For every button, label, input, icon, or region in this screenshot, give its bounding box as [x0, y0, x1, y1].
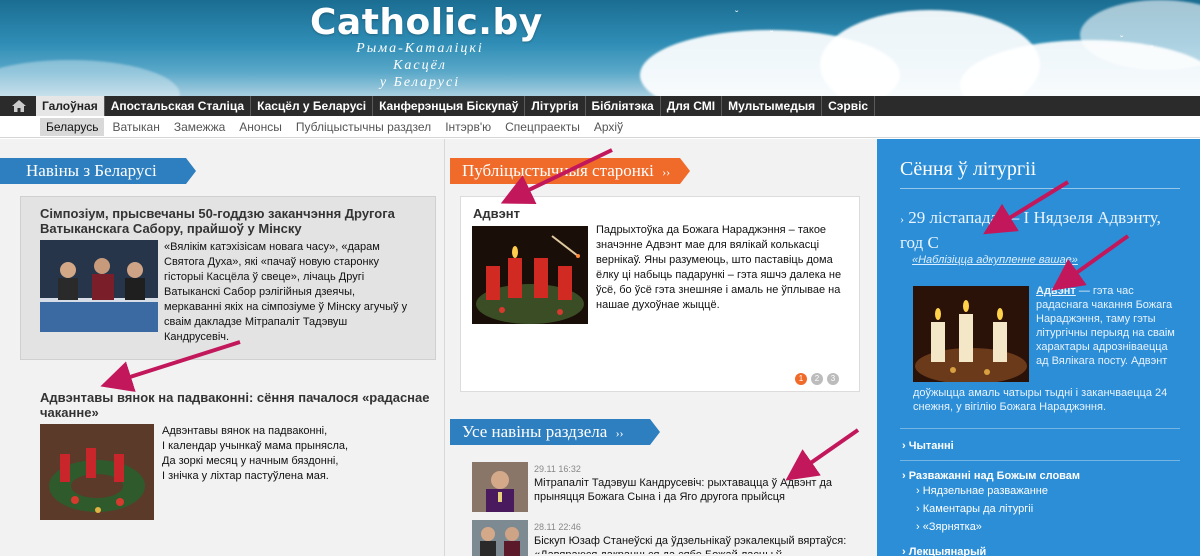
nav-apostolic-see[interactable]: Апостальская Сталіца	[105, 96, 252, 116]
chevron-right-icon: ›	[916, 503, 920, 515]
bird-icon: ˇ	[1120, 35, 1124, 46]
pager-dot-3[interactable]: 3	[827, 373, 839, 385]
chevron-right-icon: ›	[916, 521, 920, 533]
nav-home[interactable]: Галоўная	[36, 96, 105, 116]
home-icon	[12, 100, 26, 112]
bird-icon: ˇ	[1150, 45, 1154, 56]
subnav-announcements[interactable]: Анонсы	[233, 118, 288, 136]
list-photo-1[interactable]	[472, 462, 528, 512]
reflections-link[interactable]: › Разважанні над Божым словам	[902, 470, 1080, 482]
news-text-advent-poem: Адвэнтавы вянок на падваконні, І календа…	[162, 425, 349, 482]
subnav-publicistic[interactable]: Публіцыстычны раздзел	[290, 118, 437, 136]
subnav-abroad[interactable]: Замежжа	[168, 118, 231, 136]
home-button[interactable]	[10, 97, 28, 115]
pager-dot-2[interactable]: 2	[811, 373, 823, 385]
chevron-right-icon: ›	[902, 470, 906, 482]
advent-candles-photo[interactable]	[472, 226, 588, 324]
news-text-symposium: «Вялікім катэхізісам новага часу», «дара…	[164, 241, 408, 343]
nav-library[interactable]: Бібліятэка	[586, 96, 661, 116]
section-heading-all-news[interactable]: Усе навіны раздзела ››	[450, 419, 660, 445]
chevron-right-icon: ›	[902, 440, 906, 452]
nav-bishops-conference[interactable]: Канферэнцыя Біскупаў	[373, 96, 526, 116]
nav-liturgy[interactable]: Літургія	[525, 96, 586, 116]
chevron-right-icon: ›	[900, 212, 904, 226]
liturgy-text-side: Адвэнт — гэта час радаснага чакання Божа…	[1036, 285, 1175, 367]
sunday-reflection-link[interactable]: › Нядзельнае разважанне	[916, 485, 1048, 497]
double-chevron-icon: ››	[662, 165, 671, 179]
liturgy-panel-title: Сёння ў літургіі	[900, 158, 1037, 180]
symposium-photo[interactable]	[40, 240, 158, 332]
liturgy-quote-link[interactable]: «Наблізіцца адкупленне вашае»	[912, 254, 1162, 266]
section-heading-publicistic[interactable]: Публіцыстычныя старонкі ››	[450, 158, 690, 184]
site-subtitle: Рыма-Каталіцкі Касцёл у Беларусі	[356, 41, 484, 90]
double-chevron-icon: ››	[615, 426, 624, 440]
feature-text-advent: Падрыхтоўка да Божага Нараджэння – такое…	[596, 224, 842, 311]
news-title-symposium[interactable]: Сімпозіум, прысвечаны 50-годдзю заканчэн…	[40, 206, 430, 236]
chevron-right-icon: ›	[916, 485, 920, 497]
subnav-archive[interactable]: Архіў	[588, 118, 629, 136]
subnav-special-projects[interactable]: Спецпраекты	[499, 118, 586, 136]
list-date-1: 29.11 16:32	[534, 464, 581, 474]
column-divider	[444, 139, 445, 556]
bird-icon: ˇ	[735, 10, 739, 21]
chevron-right-icon: ›	[902, 546, 906, 556]
sub-navigation: Беларусь Ватыкан Замежжа Анонсы Публіцыс…	[0, 116, 1200, 138]
news-title-advent-wreath[interactable]: Адвэнтавы вянок на падваконні: сёння пач…	[40, 390, 430, 420]
nav-multimedia[interactable]: Мультымедыя	[722, 96, 823, 116]
separator	[900, 428, 1180, 429]
zyarnyatka-link[interactable]: › «Зярнятка»	[916, 521, 982, 533]
list-text-2[interactable]: Біскуп Юзаф Станеўскі да ўдзельнікаў рэк…	[534, 534, 854, 554]
pager-dot-1[interactable]: 1	[795, 373, 807, 385]
separator	[900, 460, 1180, 461]
subnav-interview[interactable]: Інтэрв'ю	[439, 118, 497, 136]
nav-service[interactable]: Сэрвіс	[822, 96, 876, 116]
readings-link[interactable]: › Чытанні	[902, 440, 954, 452]
liturgy-candles-photo[interactable]	[913, 286, 1029, 382]
section-heading-belarus-news[interactable]: Навіны з Беларусі	[0, 158, 196, 184]
subnav-belarus[interactable]: Беларусь	[40, 117, 105, 136]
nav-media[interactable]: Для СМІ	[661, 96, 723, 116]
carousel-pager: 1 2 3	[795, 373, 839, 385]
list-date-2: 28.11 22:46	[534, 522, 581, 532]
main-navigation: Галоўная Апостальская Сталіца Касцёл у Б…	[0, 96, 1200, 116]
nav-church-in-belarus[interactable]: Касцёл у Беларусі	[251, 96, 374, 116]
lectionary-link[interactable]: › Лекцыянарый	[902, 546, 986, 556]
site-header: ˇ ˇ ˇ ˇ Catholic.by Рыма-Каталіцкі Касцё…	[0, 0, 1200, 96]
liturgy-date[interactable]: › 29 лістапада — І Нядзеля Адвэнту, год …	[900, 206, 1170, 254]
liturgy-comments-link[interactable]: › Каментары да літургіі	[916, 503, 1033, 515]
bird-icon: ˇ	[770, 30, 774, 41]
title-divider	[900, 188, 1180, 189]
advent-wreath-photo[interactable]	[40, 424, 154, 520]
feature-title-advent[interactable]: Адвэнт	[473, 206, 673, 221]
list-photo-2[interactable]	[472, 520, 528, 556]
liturgy-text-bottom: доўжыцца амаль чатыры тыдні і заканчваец…	[913, 387, 1168, 413]
list-text-1[interactable]: Мітрапаліт Тадэвуш Кандрусевіч: рыхтавац…	[534, 476, 854, 504]
site-logo[interactable]: Catholic.by	[310, 2, 543, 43]
subnav-vatican[interactable]: Ватыкан	[106, 118, 165, 136]
